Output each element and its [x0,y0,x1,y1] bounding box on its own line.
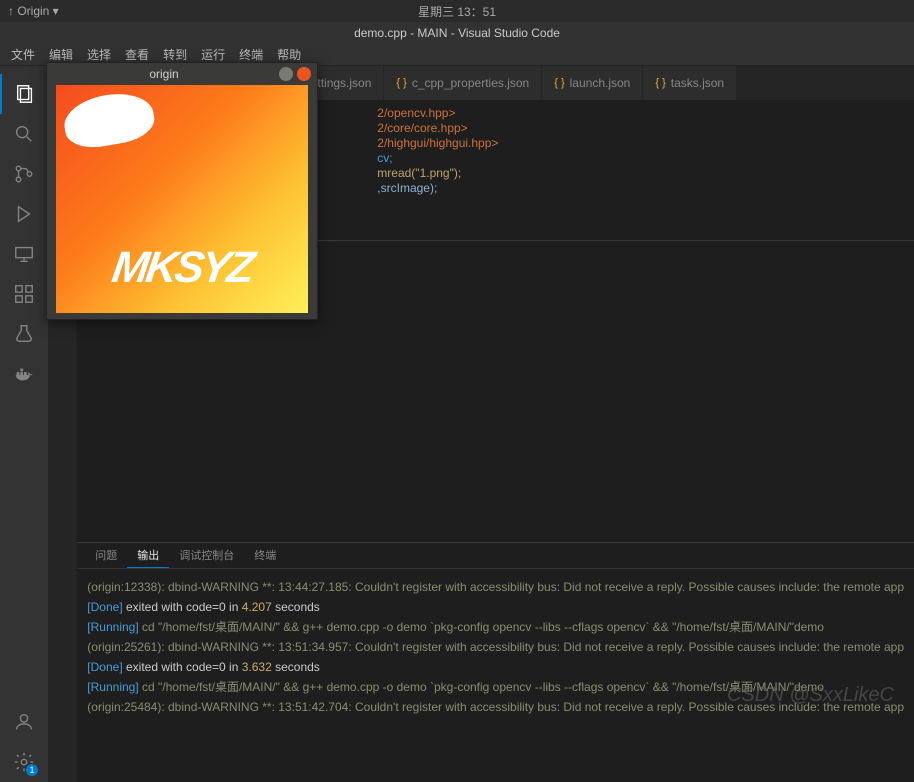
terminal-line: (origin:25261): dbind-WARNING **: 13:51:… [87,637,904,657]
menu-帮助[interactable]: 帮助 [270,46,308,63]
tab-launch.json[interactable]: { }launch.json [542,66,642,100]
explorer-icon[interactable] [0,74,48,114]
origin-titlebar[interactable]: origin [47,63,317,85]
tab-tasks.json[interactable]: { }tasks.json [643,66,736,100]
menu-运行[interactable]: 运行 [194,46,232,63]
settings-icon[interactable] [0,742,48,782]
menu-选择[interactable]: 选择 [80,46,118,63]
accounts-icon[interactable] [0,702,48,742]
menu-转到[interactable]: 转到 [156,46,194,63]
code-line: 2/highgui/highgui.hpp> [377,136,914,151]
close-icon[interactable] [297,67,311,81]
code-line: mread("1.png"); [377,166,914,181]
source-control-icon[interactable] [0,154,48,194]
output-content[interactable]: (origin:12338): dbind-WARNING **: 13:44:… [77,569,914,782]
top-bar-time: 星期三 13：51 [418,3,496,20]
testing-icon[interactable] [0,314,48,354]
terminal-line: [Running] cd "/home/fst/桌面/MAIN/" && g++… [87,677,904,697]
minimize-icon[interactable] [279,67,293,81]
code-line: 2/core/core.hpp> [377,121,914,136]
panel-tab-终端[interactable]: 终端 [244,543,286,568]
panel-tab-调试控制台[interactable]: 调试控制台 [169,543,244,568]
terminal-line: (origin:12338): dbind-WARNING **: 13:44:… [87,577,904,597]
code-line: 2/opencv.hpp> [377,106,914,121]
title-text: demo.cpp - MAIN - Visual Studio Code [354,26,560,40]
terminal-line: [Done] exited with code=0 in 4.207 secon… [87,597,904,617]
panel-tabs: 问题输出调试控制台终端 [77,543,914,569]
menu-文件[interactable]: 文件 [4,46,42,63]
remote-icon[interactable] [0,234,48,274]
docker-icon[interactable] [0,354,48,394]
origin-image-window[interactable]: origin [46,62,318,320]
menu-终端[interactable]: 终端 [232,46,270,63]
menu-编辑[interactable]: 编辑 [42,46,80,63]
bottom-panel: 问题输出调试控制台终端 (origin:12338): dbind-WARNIN… [77,542,914,782]
desktop-top-bar: ↑ Origin ▾ 星期三 13：51 [0,0,914,22]
window-title: demo.cpp - MAIN - Visual Studio Code [0,22,914,44]
search-icon[interactable] [0,114,48,154]
panel-tab-问题[interactable]: 问题 [85,543,127,568]
extensions-icon[interactable] [0,274,48,314]
run-debug-icon[interactable] [0,194,48,234]
json-icon: { } [655,77,665,89]
code-line: ,srcImage); [377,181,914,196]
tab-c_cpp_properties.json[interactable]: { }c_cpp_properties.json [384,66,541,100]
terminal-line: [Done] exited with code=0 in 3.632 secon… [87,657,904,677]
activity-bar [0,66,48,782]
menu-查看[interactable]: 查看 [118,46,156,63]
origin-image-content [56,85,308,313]
panel-tab-输出[interactable]: 输出 [127,543,169,568]
json-icon: { } [396,77,406,89]
terminal-line: [Running] cd "/home/fst/桌面/MAIN/" && g++… [87,617,904,637]
terminal-line: (origin:25484): dbind-WARNING **: 13:51:… [87,697,904,717]
json-icon: { } [554,77,564,89]
code-line: cv; [377,151,914,166]
origin-title: origin [53,67,275,81]
